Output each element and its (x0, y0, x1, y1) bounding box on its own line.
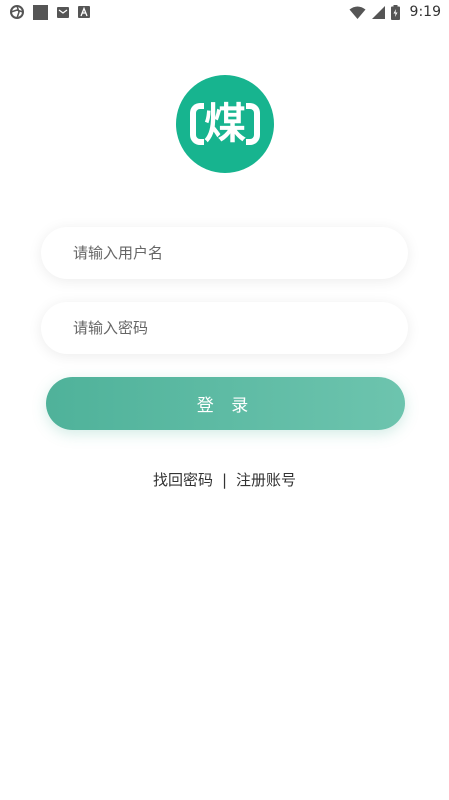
app-logo: 煤 (176, 75, 274, 173)
logo-left-bracket (190, 103, 204, 145)
login-button[interactable]: 登 录 (46, 377, 405, 430)
auth-links: 找回密码 | 注册账号 (0, 469, 449, 490)
font-a-icon (78, 6, 90, 18)
username-input[interactable] (71, 243, 378, 263)
logo-right-bracket (246, 103, 260, 145)
password-input[interactable] (71, 318, 378, 338)
aperture-icon (10, 5, 24, 19)
register-link[interactable]: 注册账号 (236, 469, 296, 490)
battery-icon (390, 4, 400, 20)
wifi-icon (349, 6, 366, 19)
login-button-label: 登 录 (196, 396, 255, 416)
mail-icon (57, 6, 69, 18)
forgot-password-link[interactable]: 找回密码 (153, 469, 213, 490)
logo-text: 煤 (203, 99, 246, 148)
status-time: 9:19 (409, 4, 441, 20)
square-icon (33, 4, 48, 20)
signal-icon (371, 5, 385, 19)
status-right-icons: 9:19 (349, 4, 441, 20)
status-left-icons (10, 4, 90, 20)
username-field-container (41, 227, 408, 279)
status-bar: 9:19 (0, 0, 449, 24)
password-field-container (41, 302, 408, 354)
links-separator: | (221, 470, 228, 489)
